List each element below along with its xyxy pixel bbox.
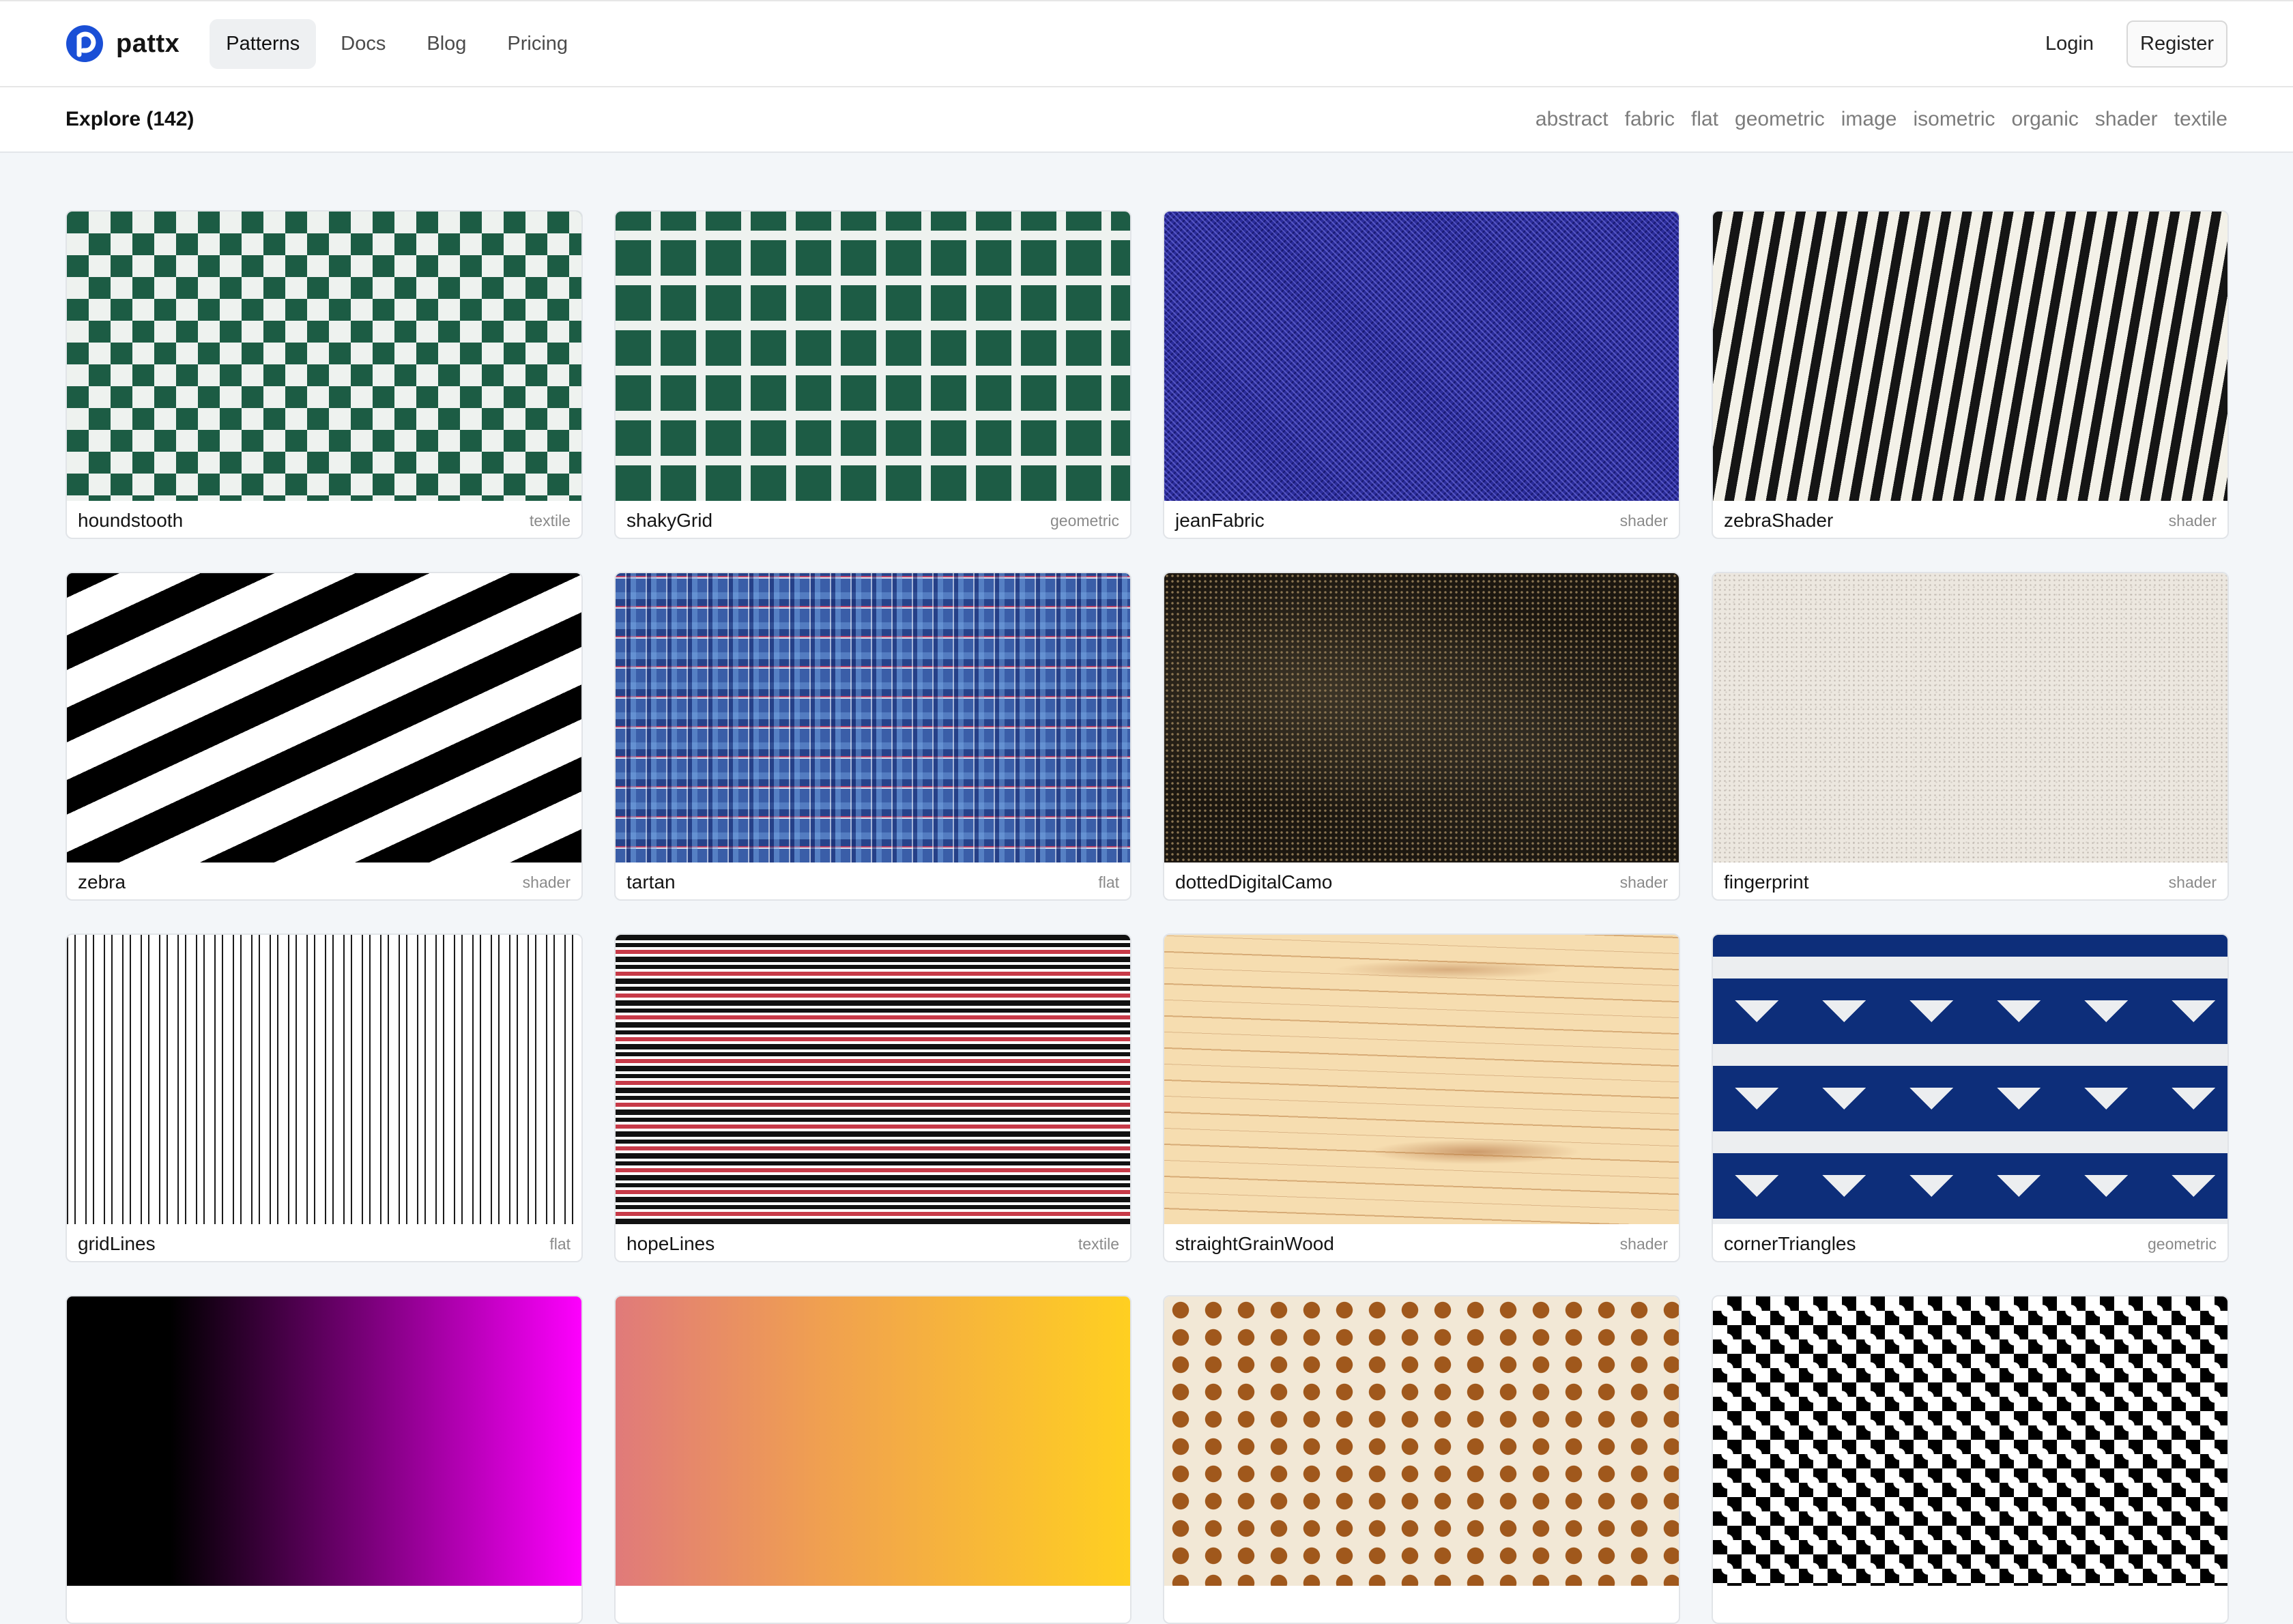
pattern-tag: shader [2168,873,2217,891]
pattern-card-cornertriangles[interactable]: cornerTriangles geometric [1712,933,2229,1262]
pattern-name: cornerTriangles [1724,1233,1856,1254]
pattern-card-zebra[interactable]: zebra shader [66,572,583,901]
pattern-card-hopelines[interactable]: hopeLines textile [614,933,1131,1262]
pattern-card-zebrashader[interactable]: zebraShader shader [1712,210,2229,539]
pattern-tag: shader [1619,873,1668,891]
nav-blog[interactable]: Blog [410,19,482,69]
card-caption: jeanFabric shader [1164,501,1679,538]
nav-patterns[interactable]: Patterns [210,18,317,69]
pattern-name: hopeLines [626,1233,715,1254]
pattern-card-partial-1[interactable] [66,1295,583,1624]
card-caption: cornerTriangles geometric [1713,1224,2227,1261]
card-caption: straightGrainWood shader [1164,1224,1679,1261]
pattern-thumbnail [67,573,581,862]
pattern-card-shakygrid[interactable]: shakyGrid geometric [614,210,1131,539]
pattern-card-partial-3[interactable] [1163,1295,1680,1624]
pattern-thumbnail [1713,573,2227,862]
pattern-thumbnail [616,935,1130,1224]
pattern-name: houndstooth [78,510,184,531]
pattern-name: shakyGrid [626,510,713,531]
nav-pricing[interactable]: Pricing [491,19,584,69]
pattern-thumbnail [67,935,581,1224]
pattern-thumbnail [1713,1296,2227,1586]
pattern-name: tartan [626,871,676,893]
pattx-logo-icon [66,25,103,62]
card-caption: fingerprint shader [1713,862,2227,899]
pattern-name: jeanFabric [1175,510,1265,531]
pattern-card-tartan[interactable]: tartan flat [614,572,1131,901]
register-button[interactable]: Register [2126,20,2227,68]
pattern-thumbnail [1713,212,2227,501]
explore-bar: Explore (142) abstract fabric flat geome… [0,87,2293,153]
top-navigation: pattx Patterns Docs Blog Pricing Login R… [0,0,2293,87]
pattern-grid: houndstooth textile shakyGrid geometric … [66,210,2229,1624]
pattern-card-jeanfabric[interactable]: jeanFabric shader [1163,210,1680,539]
card-caption: zebra shader [67,862,581,899]
category-isometric[interactable]: isometric [1913,108,1995,131]
card-caption: shakyGrid geometric [616,501,1130,538]
pattern-thumbnail [67,1296,581,1586]
pattern-thumbnail [1164,212,1679,501]
category-fabric[interactable]: fabric [1625,108,1675,131]
pattern-card-gridlines[interactable]: gridLines flat [66,933,583,1262]
card-caption: houndstooth textile [67,501,581,538]
pattern-card-dotteddigitalcamo[interactable]: dottedDigitalCamo shader [1163,572,1680,901]
pattern-tag: flat [549,1234,571,1253]
pattern-name: zebra [78,871,126,893]
category-abstract[interactable]: abstract [1535,108,1609,131]
card-caption: zebraShader shader [1713,501,2227,538]
pattern-tag: geometric [1050,511,1119,530]
pattern-tag: geometric [2148,1234,2217,1253]
pattern-tag: flat [1098,873,1119,891]
pattern-name: straightGrainWood [1175,1233,1334,1254]
auth-actions: Login Register [2045,20,2227,68]
pattern-thumbnail [616,212,1130,501]
category-image[interactable]: image [1841,108,1897,131]
category-filters: abstract fabric flat geometric image iso… [1535,108,2227,131]
pattern-thumbnail [616,1296,1130,1586]
pattern-card-partial-2[interactable] [614,1295,1131,1624]
card-caption: dottedDigitalCamo shader [1164,862,1679,899]
pattern-thumbnail [67,212,581,501]
pattern-thumbnail [1713,935,2227,1224]
main-nav: Patterns Docs Blog Pricing [210,18,584,69]
pattern-tag: shader [1619,511,1668,530]
pattern-thumbnail [616,573,1130,862]
pattern-card-straightgrainwood[interactable]: straightGrainWood shader [1163,933,1680,1262]
card-caption: gridLines flat [67,1224,581,1261]
category-shader[interactable]: shader [2095,108,2158,131]
pattern-card-fingerprint[interactable]: fingerprint shader [1712,572,2229,901]
pattern-tag: textile [1078,1234,1119,1253]
category-flat[interactable]: flat [1691,108,1718,131]
pattern-thumbnail [1164,573,1679,862]
pattern-name: fingerprint [1724,871,1809,893]
pattern-thumbnail [1164,935,1679,1224]
pattern-thumbnail [1164,1296,1679,1586]
pattern-name: zebraShader [1724,510,1834,531]
pattern-tag: textile [529,511,571,530]
category-organic[interactable]: organic [2011,108,2078,131]
category-textile[interactable]: textile [2174,108,2227,131]
card-caption: hopeLines textile [616,1224,1130,1261]
pattern-tag: shader [522,873,571,891]
category-geometric[interactable]: geometric [1735,108,1825,131]
pattern-tag: shader [2168,511,2217,530]
pattern-name: dottedDigitalCamo [1175,871,1333,893]
pattern-tag: shader [1619,1234,1668,1253]
pattern-card-partial-4[interactable] [1712,1295,2229,1624]
brand-name: pattx [116,29,180,58]
pattern-card-houndstooth[interactable]: houndstooth textile [66,210,583,539]
card-caption: tartan flat [616,862,1130,899]
pattern-name: gridLines [78,1233,156,1254]
nav-docs[interactable]: Docs [324,19,402,69]
login-link[interactable]: Login [2045,33,2094,55]
explore-title: Explore (142) [66,108,194,130]
brand-logo[interactable]: pattx [66,25,179,63]
